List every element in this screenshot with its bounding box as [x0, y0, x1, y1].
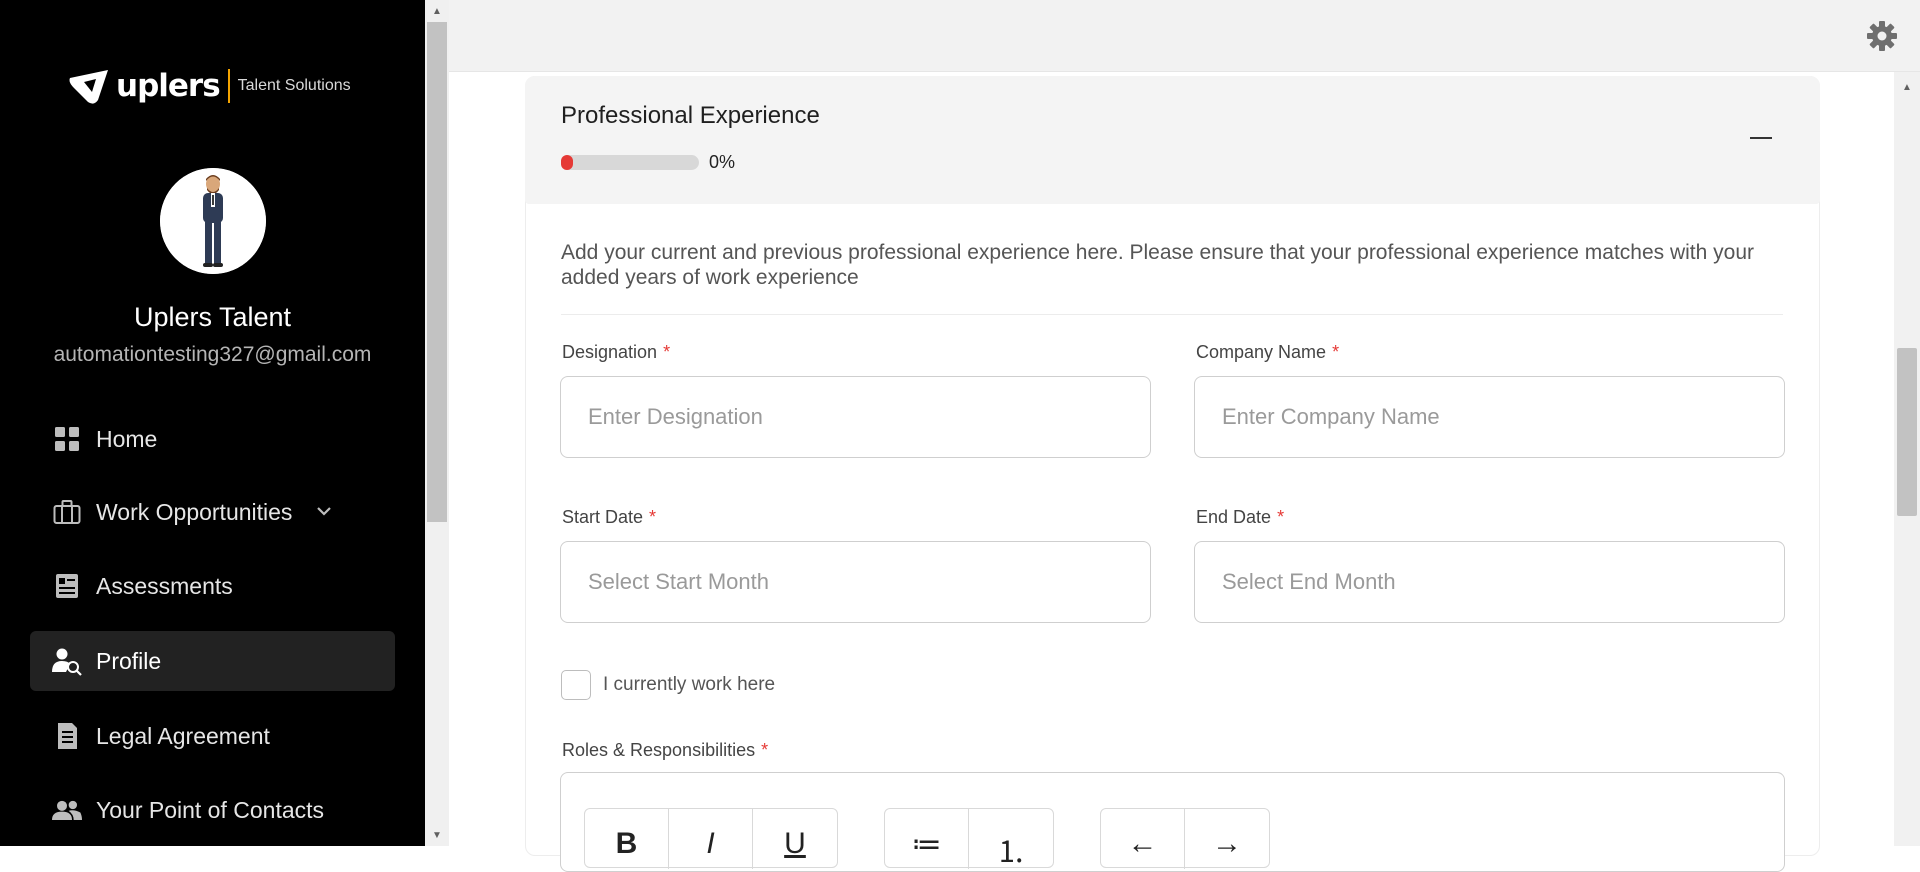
company-name-label: Company Name * [1196, 342, 1339, 363]
sidebar-scrollbar[interactable]: ▲ ▼ [425, 0, 449, 846]
divider [561, 314, 1783, 315]
sidebar-item-label: Your Point of Contacts [96, 796, 325, 823]
end-date-input[interactable] [1195, 542, 1784, 622]
logo-divider [227, 69, 230, 103]
start-date-label: Start Date * [562, 507, 656, 528]
sidebar-item-home[interactable]: Home [30, 409, 395, 469]
start-date-input[interactable] [561, 542, 1150, 622]
experience-card-header[interactable] [525, 76, 1820, 204]
sidebar-item-assessments[interactable]: Assessments [30, 556, 395, 616]
sidebar-item-label: Legal Agreement [96, 722, 270, 749]
sidebar-item-legal-agreement[interactable]: Legal Agreement [30, 706, 395, 766]
bold-button[interactable]: B [585, 809, 669, 869]
currently-work-here-checkbox[interactable] [561, 670, 591, 700]
currently-work-here-label[interactable]: I currently work here [603, 674, 775, 696]
main-scrollbar[interactable]: ▲ [1894, 72, 1920, 846]
company-name-label-text: Company Name [1196, 342, 1327, 362]
gear-icon[interactable] [1866, 20, 1898, 52]
sidebar-item-label: Assessments [96, 572, 233, 599]
sidebar-item-label: Work Opportunities [96, 498, 293, 525]
avatar[interactable] [160, 168, 266, 274]
underline-button[interactable]: U [753, 809, 837, 869]
end-date-field[interactable] [1194, 541, 1785, 623]
section-title: Professional Experience [561, 102, 820, 129]
numbered-list-button[interactable]: ⒈ [969, 809, 1053, 869]
designation-input[interactable] [561, 377, 1150, 457]
sidebar-item-work-opportunities[interactable]: Work Opportunities [30, 482, 395, 542]
uplers-logo-icon [69, 70, 108, 104]
sidebar-item-point-of-contacts[interactable]: Your Point of Contacts [30, 780, 395, 840]
start-date-field[interactable] [560, 541, 1151, 623]
document-icon [52, 721, 82, 751]
sidebar-item-label: Profile [96, 647, 162, 674]
brand-logo[interactable]: uplers Talent Solutions [68, 66, 351, 106]
scroll-down-icon[interactable]: ▼ [425, 826, 449, 844]
roles-label: Roles & Responsibilities * [562, 740, 768, 761]
assessment-icon [52, 571, 82, 601]
required-asterisk: * [1277, 507, 1285, 527]
history-toolbar: ← → [1100, 808, 1270, 869]
required-asterisk: * [663, 342, 671, 362]
progress-fill [561, 155, 573, 170]
top-bar [449, 0, 1920, 72]
sidebar-item-label: Home [96, 425, 158, 452]
progress-percentage: 0% [709, 152, 736, 172]
bullet-list-button[interactable]: ≔ [885, 809, 969, 869]
required-asterisk: * [1332, 342, 1340, 362]
avatar-figure-icon [160, 168, 266, 274]
brand-subtitle: Talent Solutions [237, 77, 351, 94]
undo-button[interactable]: ← [1101, 809, 1185, 869]
list-toolbar: ≔ ⒈ [884, 808, 1054, 869]
end-date-label-text: End Date [1196, 507, 1272, 527]
scroll-up-icon[interactable]: ▲ [425, 2, 449, 20]
roles-label-text: Roles & Responsibilities [562, 740, 756, 760]
profile-search-icon [52, 646, 82, 676]
sidebar: uplers Talent Solutions Uplers Talent au… [0, 0, 425, 846]
briefcase-icon [52, 497, 82, 527]
company-name-field[interactable] [1194, 376, 1785, 458]
italic-button[interactable]: I [669, 809, 753, 869]
required-asterisk: * [649, 507, 657, 527]
end-date-label: End Date * [1196, 507, 1284, 528]
scroll-up-icon[interactable]: ▲ [1895, 78, 1919, 96]
text-format-toolbar: B I U [584, 808, 838, 869]
brand-wordmark: uplers [116, 68, 221, 104]
collapse-section-button[interactable] [1748, 128, 1776, 148]
start-date-label-text: Start Date [562, 507, 644, 527]
section-description: Add your current and previous profession… [561, 241, 1755, 289]
scrollbar-thumb[interactable] [1897, 348, 1917, 516]
scrollbar-thumb[interactable] [427, 22, 447, 522]
designation-label: Designation * [562, 342, 670, 363]
chevron-down-icon[interactable] [316, 503, 332, 521]
minus-icon [1750, 137, 1772, 139]
sidebar-item-profile[interactable]: Profile [30, 631, 395, 691]
contacts-icon [52, 795, 82, 825]
company-name-input[interactable] [1195, 377, 1784, 457]
designation-field[interactable] [560, 376, 1151, 458]
grid-icon [52, 424, 82, 454]
progress-bar [561, 155, 699, 170]
required-asterisk: * [761, 740, 769, 760]
designation-label-text: Designation [562, 342, 658, 362]
user-name: Uplers Talent [133, 302, 292, 332]
redo-button[interactable]: → [1185, 809, 1269, 869]
user-email: automationtesting327@gmail.com [53, 343, 372, 366]
